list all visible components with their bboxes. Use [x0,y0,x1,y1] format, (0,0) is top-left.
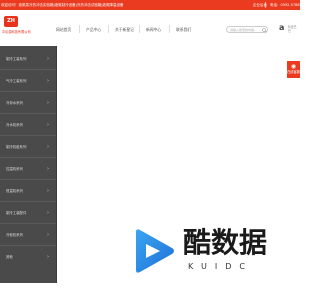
sidebar-item[interactable]: 冷水机系列 › [0,114,56,136]
nav-divider [108,25,109,33]
sidebar-item[interactable]: 制冷工装系列 › [0,48,56,70]
sidebar-item[interactable]: 气冷工装系列 › [0,70,56,92]
chat-bubble-icon: ◉ [290,63,297,70]
chevron-right-icon: › [47,232,49,238]
nav-item-contact[interactable]: 联系我们 [176,27,191,33]
watermark-title: 酷数据 [183,226,268,259]
sidebar-item[interactable]: 其他 › [0,246,56,268]
site-logo[interactable]: ZH [4,16,18,27]
nav-item-home[interactable]: 网站首页 [56,27,71,33]
nav-item-products[interactable]: 产品中心 [86,27,101,33]
sidebar-item[interactable]: 冷柜机系列 › [0,224,56,246]
chevron-right-icon: › [47,254,49,260]
nav-divider [79,25,80,33]
phone-text: 电话：0592-578869(15710060 [270,3,320,7]
welcome-text: 欢迎访问！液氮泵冷热冲击实验箱|液氮制冷设备|冷热冲击试验箱|液氮降温设备 [1,3,124,7]
alibaba-logo[interactable]: a 阿里巴巴 [279,23,299,33]
logo-company-name: 中氦源科技有限公司 [2,30,31,34]
nav-divider [139,25,140,33]
top-bar: 欢迎访问！液氮泵冷热冲击实验箱|液氮制冷设备|冷热冲击试验箱|液氮降温设备 企业… [0,0,320,10]
sidebar-item[interactable]: 制冷工装配件 › [0,202,56,224]
online-service-button[interactable]: ◉ 在线客服 [287,61,300,78]
sidebar-item[interactable]: 制冷机组系列 › [0,136,56,158]
chevron-right-icon: › [47,78,49,84]
product-category-sidebar: 制冷工装系列 › 气冷工装系列 › 冷却水系列 › 冷水机系列 › 制冷机组系列… [0,46,57,283]
watermark-play-icon [136,229,174,273]
nav-item-news[interactable]: 新闻中心 [146,27,161,33]
nav-item-about[interactable]: 关于新星记 [115,27,134,33]
topbar-divider [265,2,266,8]
sidebar-item[interactable]: 冷却水系列 › [0,92,56,114]
chevron-right-icon: › [47,144,49,150]
nav-divider [169,25,170,33]
sidebar-item[interactable]: 控温机系列 › [0,158,56,180]
watermark-subtitle: KUIDC [188,262,253,271]
chevron-right-icon: › [47,210,49,216]
chevron-right-icon: › [47,166,49,172]
sidebar-item[interactable]: 恒温机系列 › [0,180,56,202]
chevron-right-icon: › [47,122,49,128]
search-icon[interactable] [262,27,267,33]
chevron-right-icon: › [47,188,49,194]
chevron-right-icon: › [47,56,49,62]
chevron-right-icon: › [47,100,49,106]
